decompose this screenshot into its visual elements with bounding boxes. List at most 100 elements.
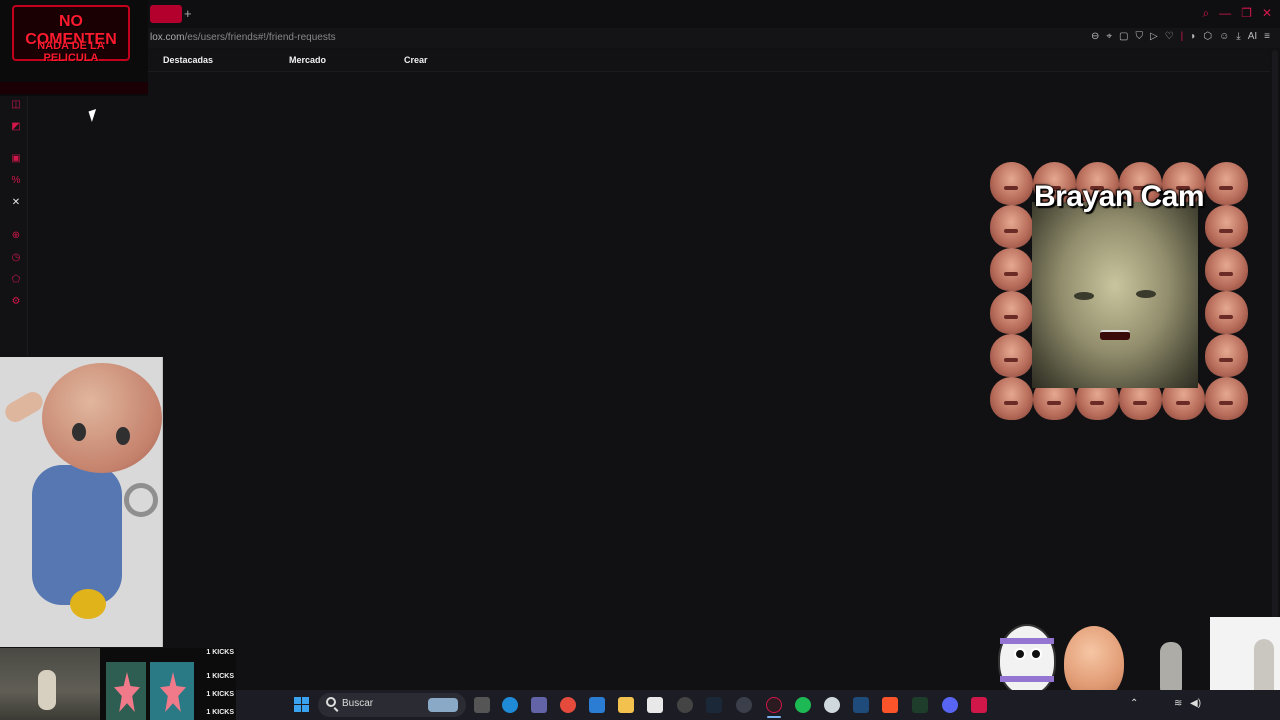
steam-icon[interactable] [706,697,722,713]
kick-counter: 1 KICKS [206,709,234,716]
egg-face-image [990,334,1033,377]
egg-character-striped [998,624,1056,696]
page-scrollbar[interactable] [1272,50,1278,650]
patrick-figure [160,672,186,712]
menu-icon[interactable]: ≡ [1264,31,1270,42]
character-eye [72,423,86,441]
banner-strip [0,82,148,94]
screen: + ⌕ — ❐ ✕ lox.com/es/users/friends#!/fri… [0,0,1280,720]
clock-icon[interactable]: ◷ [10,252,22,264]
edge-icon[interactable] [502,697,518,713]
terminal-icon[interactable] [912,697,928,713]
chevron-up-icon[interactable]: ⌃ [1130,698,1138,709]
x-icon[interactable]: ✕ [10,197,22,209]
pin-icon[interactable]: ⌖ [1106,31,1112,42]
egg-face-image [1205,377,1248,420]
banner-line-2: NADA DE LA PELICULA [37,40,105,64]
heart-icon[interactable]: ♡ [1165,31,1174,42]
thumbnail-patrick-1 [106,662,146,720]
egg-face-image [1205,248,1248,291]
shield-icon[interactable]: ⛉ [1136,31,1144,42]
folder-icon[interactable] [618,697,634,713]
kick-counter: 1 KICKS [206,691,234,698]
profile-icon[interactable]: ☺ [1219,31,1229,42]
search-icon [326,697,336,707]
egg-character-face [1064,626,1124,700]
egg-eye [1014,648,1026,660]
opera-gx-icon[interactable] [766,697,782,713]
mouse-cursor-icon [88,109,100,122]
kick-app-icon[interactable] [971,697,987,713]
chrome-icon[interactable] [560,697,576,713]
github-icon[interactable] [677,697,693,713]
banner-box: NO COMENTEN NADA DE LA PELICULA [12,5,130,64]
add-icon[interactable]: ⊕ [10,230,22,242]
zoom-out-icon[interactable]: ⊖ [1091,31,1099,42]
start-button[interactable] [294,697,309,712]
cube-icon[interactable]: ⬠ [10,274,22,286]
extensions-icon[interactable]: ⬡ [1203,31,1212,42]
separator: | [1180,31,1184,42]
volume-icon[interactable]: ◀) [1190,698,1201,709]
settings-icon[interactable]: ⚙ [10,296,22,308]
twitch-icon[interactable]: ▣ [10,153,22,165]
play-icon[interactable]: ▷ [1150,31,1158,42]
character-overlay [0,357,163,647]
photo-eye [1074,292,1094,300]
taskbar-search[interactable]: Buscar [318,693,466,717]
search-highlight-image [428,698,458,712]
obs-icon[interactable] [736,697,752,713]
active-tab[interactable] [150,5,182,23]
egg-face-image [1205,291,1248,334]
egg-eye [1030,648,1042,660]
teams-icon[interactable] [531,697,547,713]
photo-mouth [1100,330,1130,340]
percent-icon[interactable]: % [10,175,22,187]
character-arm [1,388,47,426]
mail-icon[interactable]: ◩ [10,121,22,133]
url-path: /es/users/friends#!/friend-requests [184,32,336,43]
brave-icon[interactable] [882,697,898,713]
mail-app-icon[interactable] [589,697,605,713]
browser-tabbar: + ⌕ — ❐ ✕ [0,0,1280,28]
spotify-icon[interactable] [795,697,811,713]
new-tab-button[interactable]: + [184,6,192,21]
nav-mercado[interactable]: Mercado [289,55,326,65]
close-icon[interactable]: ✕ [1262,6,1272,21]
egg-stripe [1000,638,1054,644]
photo-eye [1136,290,1156,298]
search-icon[interactable]: ⌕ [1202,6,1209,21]
character-body [32,465,122,605]
patrick-figure [114,672,140,712]
left-sidebar: ◫ ◩ ▣ % ✕ ⊕ ◷ ⬠ ⚙ [0,96,28,356]
thumbnail-dancer [0,648,100,720]
webcam-title: Brayan Cam [1033,180,1205,213]
ai-button[interactable]: AI [1248,31,1257,42]
download-icon[interactable]: ⤓ [1236,31,1240,42]
store-icon[interactable] [647,697,663,713]
screenshot-icon[interactable]: ▢ [1119,31,1128,42]
nav-crear[interactable]: Crear [404,55,428,65]
wifi-icon[interactable]: ≋ [1174,698,1182,709]
dancer-figure [38,670,56,710]
stream-banner: NO COMENTEN NADA DE LA PELICULA [0,0,148,96]
ccleaner-icon[interactable] [824,697,840,713]
webcam-overlay: Brayan Cam [990,162,1248,420]
task-view-icon[interactable] [474,697,490,713]
thumbnail-patrick-2 [150,662,194,720]
nav-destacadas[interactable]: Destacadas [163,55,213,65]
egg-stripe [1000,676,1054,682]
restore-icon[interactable]: ❐ [1241,6,1252,21]
kick-counter: 1 KICKS [206,649,234,656]
url-field[interactable]: lox.com/es/users/friends#!/friend-reques… [150,32,336,43]
dolphin-icon[interactable] [853,697,869,713]
discord-icon[interactable] [942,697,958,713]
stream-thumbnails: 1 KICKS 1 KICKS 1 KICKS 1 KICKS [0,648,236,720]
address-bar[interactable]: lox.com/es/users/friends#!/friend-reques… [0,28,1280,48]
minimize-icon[interactable]: — [1219,6,1231,21]
sound-icon[interactable]: ◗ [1190,31,1196,42]
kick-counter: 1 KICKS [206,673,234,680]
egg-face-image [990,291,1033,334]
chat-icon[interactable]: ◫ [10,99,22,111]
url-domain: lox.com [150,32,185,43]
